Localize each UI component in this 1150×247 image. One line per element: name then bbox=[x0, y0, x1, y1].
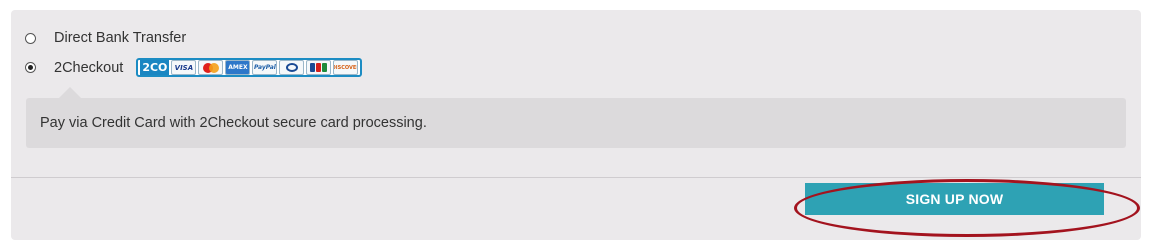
bank-transfer-label[interactable]: Direct Bank Transfer bbox=[54, 30, 186, 46]
payment-option-bank-transfer[interactable]: Direct Bank Transfer bbox=[25, 30, 186, 46]
payment-description-text: Pay via Credit Card with 2Checkout secur… bbox=[40, 115, 427, 131]
mastercard-card-icon bbox=[198, 60, 224, 75]
paypal-card-icon: PayPal bbox=[252, 60, 278, 75]
2checkout-label[interactable]: 2Checkout bbox=[54, 60, 123, 76]
accepted-cards-logos: 2CO VISA AMEX PayPal DISCOVER bbox=[136, 58, 363, 77]
section-divider bbox=[11, 177, 1141, 178]
sign-up-now-button[interactable]: SIGN UP NOW bbox=[805, 183, 1104, 215]
discover-card-icon: DISCOVER bbox=[333, 60, 359, 75]
radio-2checkout[interactable] bbox=[25, 62, 36, 73]
amex-card-icon: AMEX bbox=[225, 60, 251, 75]
radio-bank-transfer[interactable] bbox=[25, 32, 36, 44]
diners-card-icon bbox=[279, 60, 305, 75]
jcb-card-icon bbox=[306, 60, 332, 75]
radio-selected-dot bbox=[28, 65, 33, 70]
description-pointer bbox=[59, 87, 81, 98]
payment-description-box: Pay via Credit Card with 2Checkout secur… bbox=[26, 98, 1126, 148]
2co-logo: 2CO bbox=[140, 60, 170, 75]
visa-card-icon: VISA bbox=[171, 60, 197, 75]
payment-option-2checkout[interactable]: 2Checkout 2CO VISA AMEX PayPal DISCOVER bbox=[25, 58, 363, 77]
